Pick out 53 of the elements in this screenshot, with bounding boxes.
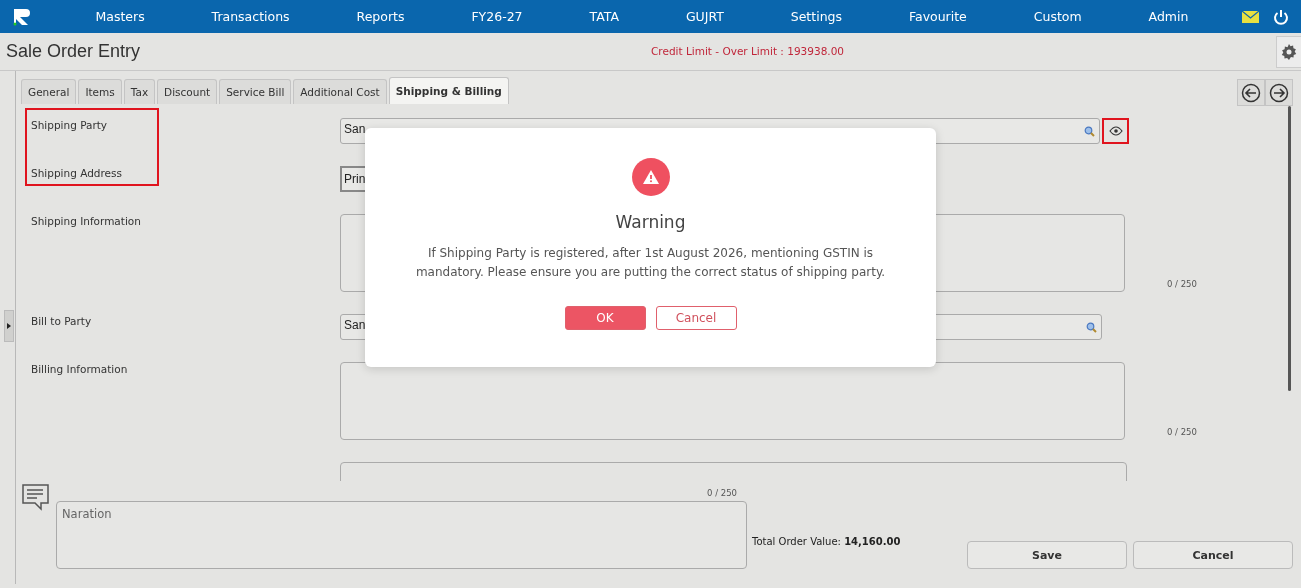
search-icon[interactable] [1084,126,1095,137]
settings-button[interactable] [1276,35,1301,68]
nav-menu-item[interactable]: Reports [356,9,405,24]
next-button[interactable] [1265,79,1293,106]
mail-icon[interactable] [1242,10,1259,23]
nav-menu-item[interactable]: Favourite [908,9,967,24]
search-icon[interactable] [1086,322,1097,333]
tab[interactable]: Tax [123,79,156,104]
character-counter: 0 / 250 [707,488,737,498]
tab[interactable]: Additional Cost [293,79,387,104]
warning-icon [631,158,670,196]
narration-field[interactable]: Naration [56,501,747,569]
nav-menu-item[interactable]: GUJRT [685,9,724,24]
cancel-button[interactable]: Cancel [655,306,737,330]
field-label: Shipping Address [31,166,123,181]
tab[interactable]: Discount [157,79,218,104]
comment-icon[interactable] [22,484,49,511]
character-counter: 0 / 250 [1167,279,1197,289]
ok-button[interactable]: OK [564,306,646,330]
tab[interactable]: Items [78,79,122,104]
dialog-message: If Shipping Party is registered, after 1st August 2026, mentioning GSTIN is mandatory. Please ensure you are putting the correct status of shipping party. [414,245,887,281]
cancel-button[interactable]: Cancel [1133,541,1293,569]
total-order-value: Total Order Value: 14,160.00 [752,536,901,547]
nav-menu-item[interactable]: Admin [1148,9,1189,24]
logo-icon[interactable] [12,6,32,27]
tab[interactable]: Service Bill [219,79,292,104]
tab[interactable]: General [21,79,77,104]
view-button[interactable] [1102,118,1129,144]
field-label: Shipping Party [31,118,109,133]
tab[interactable]: Shipping & Billing [388,77,509,104]
save-button[interactable]: Save [967,541,1127,569]
arrow-left-icon [1241,82,1261,103]
field-label: Bill to Party [31,314,93,329]
sidebar-toggle[interactable] [4,310,14,342]
settings-icon [1281,43,1297,60]
field-label: Billing Information [31,362,129,377]
dialog-title: Warning [615,212,686,232]
nav-menu-item[interactable]: Transactions [211,9,290,24]
scrollbar[interactable] [1288,106,1291,391]
arrow-right-icon [1269,82,1289,103]
character-counter: 0 / 250 [1167,427,1197,437]
eye-icon [1108,126,1123,136]
nav-menu-item[interactable]: FY26-27 [471,9,523,24]
page-title: Sale Order Entry [6,41,141,62]
nav-menu-item[interactable]: Masters [95,9,145,24]
previous-button[interactable] [1237,79,1265,106]
caret-icon [7,323,11,329]
nav-menu-item[interactable]: Custom [1033,9,1082,24]
nav-menu-item[interactable]: Settings [790,9,842,24]
credit-limit-notice: Credit Limit - Over Limit : 193938.00 [651,45,845,57]
field-label: Shipping Information [31,214,142,229]
power-icon[interactable] [1273,8,1289,25]
nav-menu-item[interactable]: TATA [589,9,619,24]
